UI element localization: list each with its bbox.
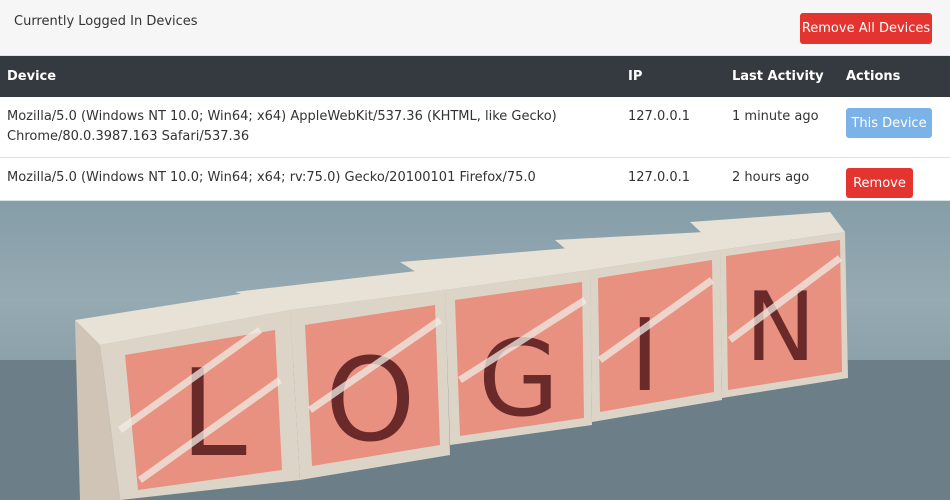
letter-block-l: L: [75, 290, 300, 500]
devices-header: Currently Logged In Devices Remove All D…: [0, 0, 950, 56]
table-row: Mozilla/5.0 (Windows NT 10.0; Win64; x64…: [0, 158, 950, 201]
device-last-activity: 1 minute ago: [732, 109, 819, 124]
devices-table-header: Device IP Last Activity Actions: [0, 56, 950, 97]
column-header-ip: IP: [628, 69, 643, 84]
letter-g: G: [478, 318, 559, 440]
this-device-button[interactable]: This Device: [846, 108, 932, 138]
device-user-agent: Mozilla/5.0 (Windows NT 10.0; Win64; x64…: [7, 109, 557, 144]
column-header-device: Device: [7, 69, 57, 84]
device-user-agent: Mozilla/5.0 (Windows NT 10.0; Win64; x64…: [7, 170, 536, 185]
page-title: Currently Logged In Devices: [14, 14, 198, 29]
letter-n: N: [745, 273, 816, 383]
device-ip: 127.0.0.1: [628, 109, 691, 124]
column-header-last-activity: Last Activity: [732, 69, 824, 84]
remove-all-devices-button[interactable]: Remove All Devices: [800, 13, 932, 44]
remove-device-button[interactable]: Remove: [846, 168, 913, 198]
column-header-actions: Actions: [846, 69, 901, 84]
letter-i: I: [630, 297, 660, 414]
device-last-activity: 2 hours ago: [732, 170, 810, 185]
table-row: Mozilla/5.0 (Windows NT 10.0; Win64; x64…: [0, 97, 950, 158]
device-ip: 127.0.0.1: [628, 170, 691, 185]
letter-o: O: [325, 334, 416, 468]
